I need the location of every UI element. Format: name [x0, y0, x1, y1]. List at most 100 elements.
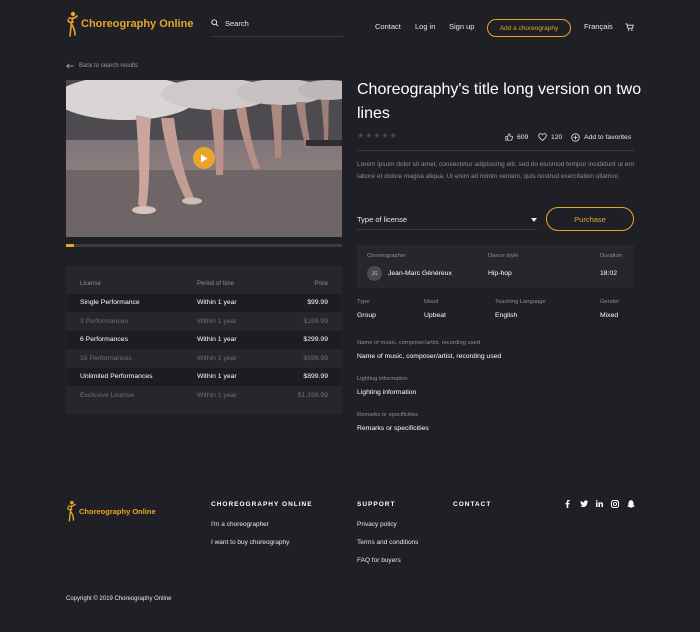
lighting-label: Lighting information	[357, 376, 408, 382]
footer-link-privacy[interactable]: Privacy policy	[357, 521, 397, 528]
add-choreography-button[interactable]: Add a choreography	[487, 19, 571, 37]
footer-col2-title: SUPPORT	[357, 501, 396, 508]
thumbs-up-icon	[505, 133, 513, 141]
period-cell: Within 1 year	[197, 354, 237, 362]
license-cell: Exclusive License	[80, 391, 135, 399]
favorites-value: 120	[551, 133, 563, 141]
gender-label: Gender	[600, 299, 620, 305]
plus-circle-icon	[571, 133, 580, 142]
table-row[interactable]: 15 Performances Within 1 year $599.99	[66, 350, 342, 368]
column-header-period: Period of time	[197, 281, 235, 287]
footer-link-faq[interactable]: FAQ for buyers	[357, 557, 401, 564]
license-cell: Single Performance	[80, 299, 140, 306]
teaching-language-value: English	[495, 312, 518, 319]
add-favorites-label: Add to favorites	[584, 134, 632, 141]
music-label: Name of music, composer/artist, recordin…	[357, 340, 481, 346]
rating-stars[interactable]: ★★★★★	[357, 131, 398, 140]
video-player[interactable]	[66, 80, 342, 237]
choreographer-label: Choreographer	[367, 253, 406, 259]
nav-contact[interactable]: Contact	[375, 22, 401, 31]
period-cell: Within 1 year	[197, 336, 237, 343]
mood-label: Mood	[424, 299, 439, 305]
linkedin-icon[interactable]	[596, 500, 603, 507]
license-type-select[interactable]: Type of license	[357, 212, 537, 230]
footer-link-terms[interactable]: Terms and conditions	[357, 539, 418, 546]
teaching-language-label: Teaching Language	[495, 299, 546, 305]
period-cell: Within 1 year	[197, 299, 237, 306]
license-cell: Unlimited Performances	[80, 373, 153, 380]
description-text: Lorem ipsum dolor sit amet, consectetur …	[357, 161, 635, 180]
footer-col3-title: CONTACT	[453, 501, 492, 508]
lighting-value: Lighting information	[357, 389, 417, 396]
footer-col1-title: CHOREOGRAPHY ONLINE	[211, 501, 313, 508]
price-cell: $99.99	[307, 299, 328, 306]
heart-icon	[538, 133, 547, 141]
caret-down-icon	[531, 218, 537, 222]
play-icon	[201, 154, 208, 162]
gender-value: Mixed	[600, 312, 619, 319]
dancer-logo-icon	[67, 500, 76, 522]
favorites-count[interactable]: 120	[538, 133, 562, 141]
header-logo[interactable]: Choreography Online	[66, 10, 193, 38]
table-row[interactable]: Unlimited Performances Within 1 year $899.…	[66, 368, 342, 386]
instagram-icon[interactable]	[611, 500, 619, 508]
cart-icon[interactable]	[625, 23, 634, 31]
twitter-icon[interactable]	[580, 500, 588, 507]
logo-text: Choreography Online	[81, 18, 194, 30]
search-placeholder: Search	[225, 19, 249, 28]
period-cell: Within 1 year	[197, 373, 237, 380]
price-cell: $1,199.99	[297, 391, 328, 399]
period-cell: Within 1 year	[197, 391, 237, 399]
table-row[interactable]: Exclusive License Within 1 year $1,199.99	[66, 387, 342, 405]
choreographer-info-box: Choreographer JG Jean-Marc Généreux Danc…	[357, 245, 634, 288]
music-value: Name of music, composer/artist, recordin…	[357, 353, 502, 360]
video-progress-fill	[66, 244, 75, 247]
table-row[interactable]: Single Performance Within 1 year $99.99	[66, 294, 342, 312]
license-cell: 3 Performances	[80, 317, 128, 325]
footer-link-choreographer[interactable]: I'm a choreographer	[211, 521, 269, 528]
period-cell: Within 1 year	[197, 317, 237, 325]
price-cell: $599.99	[303, 354, 328, 362]
footer-link-buy[interactable]: I want to buy choreography	[211, 539, 289, 546]
remarks-value: Remarks or specificities	[357, 425, 429, 432]
price-cell: $899.99	[303, 373, 328, 380]
dance-style-label: Dance style	[488, 253, 519, 259]
footer-logo[interactable]: Choreography Online	[66, 498, 156, 524]
type-label: Type	[357, 299, 370, 305]
back-link-label: Back to search results	[79, 63, 139, 69]
snapchat-icon[interactable]	[627, 500, 635, 508]
license-cell: 6 Performances	[80, 336, 128, 343]
back-to-results-link[interactable]: Back to search results	[66, 63, 138, 69]
type-value: Group	[357, 312, 376, 319]
dancer-logo-icon	[67, 11, 78, 37]
column-header-price: Price	[314, 281, 328, 287]
license-select-value: Type of license	[357, 215, 408, 224]
choreographer-name[interactable]: Jean-Marc Généreux	[388, 270, 452, 277]
footer-logo-text: Choreography Online	[79, 506, 156, 516]
video-progress-bar[interactable]	[66, 244, 342, 247]
play-button[interactable]	[193, 147, 215, 169]
search-input[interactable]: Search	[211, 19, 343, 37]
table-row[interactable]: 6 Performances Within 1 year $299.99	[66, 331, 342, 349]
nav-login[interactable]: Log in	[415, 22, 435, 31]
add-to-favorites-button[interactable]: Add to favorites	[571, 133, 631, 142]
language-switch[interactable]: Français	[584, 22, 613, 31]
price-cell: $299.99	[303, 336, 328, 343]
avatar[interactable]: JG	[367, 266, 382, 281]
duration-label: Duration	[600, 253, 622, 259]
likes-count[interactable]: 609	[505, 133, 528, 141]
table-row[interactable]: 3 Performances Within 1 year $199.99	[66, 313, 342, 331]
dance-style-value: Hip-hop	[488, 270, 512, 277]
divider	[357, 150, 634, 151]
column-header-license: License	[80, 281, 101, 287]
facebook-icon[interactable]	[565, 500, 570, 508]
nav-signup[interactable]: Sign up	[449, 22, 474, 31]
copyright-text: Copyright © 2019 Choreography Online	[66, 596, 172, 602]
purchase-button[interactable]: Purchase	[546, 207, 634, 231]
choreography-title: Choreography's title long version on two…	[357, 81, 642, 122]
price-cell: $199.99	[303, 317, 328, 325]
remarks-label: Remarks or specificities	[357, 412, 419, 418]
arrow-left-icon	[66, 63, 74, 69]
likes-value: 609	[517, 133, 529, 141]
duration-value: 18:02	[600, 270, 618, 277]
